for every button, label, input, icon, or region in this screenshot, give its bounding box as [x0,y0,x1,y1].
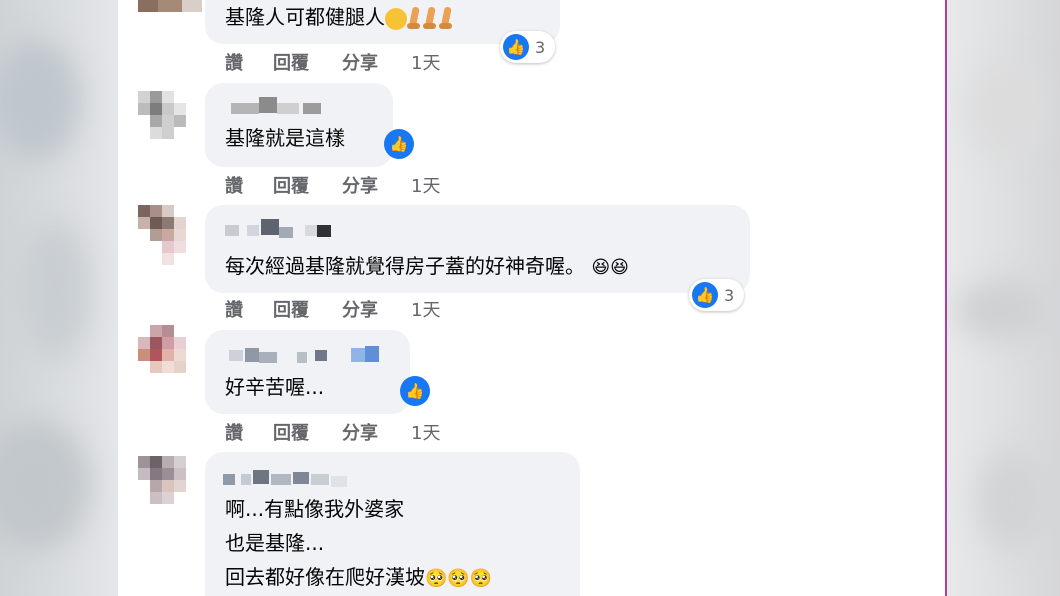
like-action[interactable]: 讚 [225,419,243,445]
share-action[interactable]: 分享 [342,296,378,322]
comment-thread[interactable]: 基隆人可都健腿人 👍 3 讚 回覆 分享 1天 基隆就是這樣 👍 讚 回覆 分享… [118,0,945,596]
avatar[interactable] [138,0,202,20]
like-icon[interactable]: 👍 [400,376,430,406]
reply-action[interactable]: 回覆 [273,419,309,445]
comment-bubble: 基隆就是這樣 [205,83,393,167]
pleading-face-icon: 🥺 [469,567,493,589]
like-action[interactable]: 讚 [225,296,243,322]
blurred-background-left [0,0,118,596]
pleading-face-icon: 🥺 [425,567,448,589]
like-icon: 👍 [503,34,529,60]
avatar[interactable] [138,205,202,269]
share-action[interactable]: 分享 [342,172,378,198]
avatar[interactable] [138,83,202,147]
comment-line: 也是基隆... [225,531,325,555]
laughing-face-icon: 😆 [610,256,629,278]
timestamp[interactable]: 1天 [411,296,440,322]
reaction-count: 3 [535,37,546,57]
leg-icon [407,7,423,31]
reaction-count: 3 [724,285,735,305]
reply-action[interactable]: 回覆 [273,49,309,75]
avatar[interactable] [138,325,202,389]
comment-text: 基隆就是這樣 [225,126,345,150]
leg-icon [439,7,455,31]
comment-bubble: 每次經過基隆就覺得房子蓋的好神奇喔。 😆😆 [205,205,750,293]
yawning-face-icon [385,7,407,30]
comment-text: 每次經過基隆就覺得房子蓋的好神奇喔。 😆😆 [225,249,629,285]
reply-action[interactable]: 回覆 [273,172,309,198]
pleading-face-icon: 🥺 [447,567,470,589]
like-action[interactable]: 讚 [225,49,243,75]
reaction-summary[interactable]: 👍 3 [689,279,745,311]
like-icon: 👍 [692,282,718,308]
laughing-face-icon: 😆 [591,256,611,278]
like-action[interactable]: 讚 [225,172,243,198]
like-icon[interactable]: 👍 [384,129,414,159]
comment-line: 啊...有點像我外婆家 [225,497,405,521]
comment-text: 基隆人可都健腿人 [225,0,455,34]
comment-bubble: 啊...有點像我外婆家 也是基隆... 回去都好像在爬好漢坡🥺🥺🥺 [205,452,580,596]
timestamp[interactable]: 1天 [411,49,440,75]
avatar[interactable] [138,452,202,516]
share-action[interactable]: 分享 [342,419,378,445]
reply-action[interactable]: 回覆 [273,296,309,322]
comment-bubble: 好辛苦喔... [205,330,410,414]
blurred-background-right [945,0,1060,596]
comment-text: 好辛苦喔... [225,375,325,399]
timestamp[interactable]: 1天 [411,172,440,198]
comment-line: 回去都好像在爬好漢坡🥺🥺🥺 [225,560,492,596]
timestamp[interactable]: 1天 [411,419,440,445]
share-action[interactable]: 分享 [342,49,378,75]
reaction-summary[interactable]: 👍 3 [500,31,556,63]
leg-icon [423,7,439,31]
